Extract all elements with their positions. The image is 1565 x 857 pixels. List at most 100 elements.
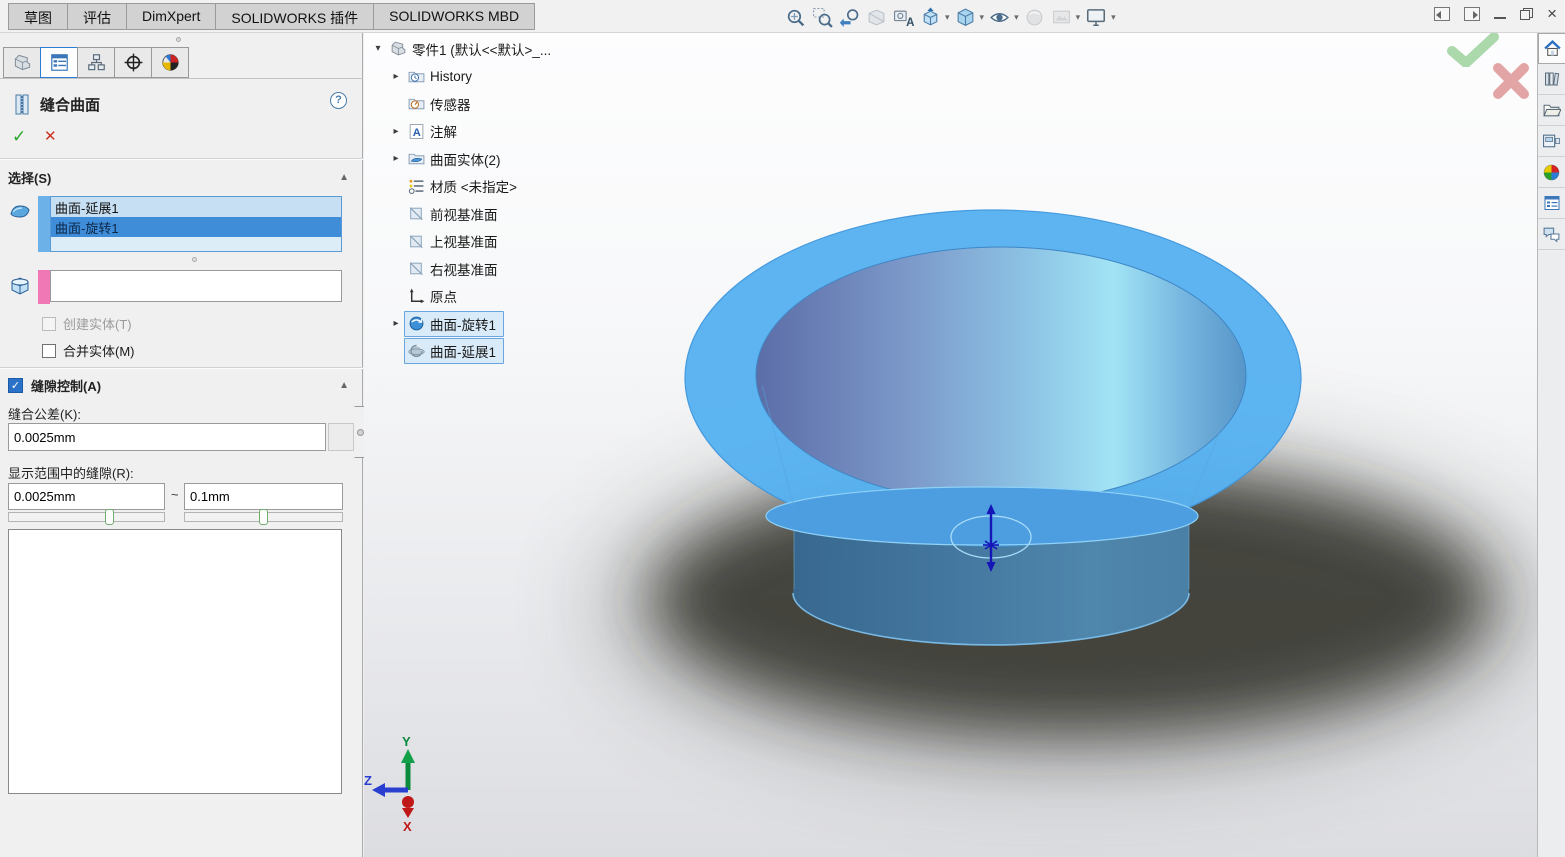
tree-item-history[interactable]: ▸ History — [370, 63, 600, 91]
close-icon[interactable]: × — [1547, 7, 1557, 21]
restore-icon[interactable] — [1520, 8, 1533, 20]
origin-icon — [408, 288, 425, 305]
forum-icon[interactable] — [1538, 219, 1565, 250]
tree-item-label: 原点 — [430, 286, 457, 306]
list-resize-grip[interactable] — [192, 257, 197, 262]
tree-item-surface-extend[interactable]: 曲面-延展1 — [370, 338, 600, 366]
tree-root[interactable]: ▾ 零件1 (默认<<默认>_... — [370, 35, 600, 63]
manager-tabs — [3, 47, 188, 78]
slider-handle[interactable] — [259, 509, 268, 525]
list-item[interactable]: 曲面-旋转1 — [51, 217, 341, 237]
edit-appearance-icon[interactable] — [1022, 5, 1047, 30]
surfaces-selection-list[interactable]: 曲面-延展1 曲面-旋转1 — [50, 196, 342, 252]
dynamic-annotation-views-icon[interactable]: A — [891, 5, 916, 30]
create-solid-checkbox[interactable] — [42, 317, 56, 331]
display-manager-icon[interactable] — [151, 47, 189, 78]
ribbon-tab-mbd[interactable]: SOLIDWORKS MBD — [373, 3, 535, 30]
tree-item-sensors[interactable]: 传感器 — [370, 90, 600, 118]
collapse-chevron-icon[interactable]: ▲ — [339, 380, 349, 391]
feature-tree: ▾ 零件1 (默认<<默认>_... ▸ History 传感器 ▸ A 注解 … — [370, 35, 600, 365]
configuration-manager-icon[interactable] — [77, 47, 115, 78]
graphics-viewport[interactable]: Y Z X ▾ 零件1 (默认<<默认>_... ▸ History — [364, 33, 1537, 857]
gap-control-section-header[interactable]: ✓ 缝隙控制(A) ▲ — [8, 376, 355, 395]
property-manager-icon[interactable] — [40, 47, 78, 78]
collapse-chevron-icon[interactable]: ▲ — [339, 172, 349, 183]
view-settings-dropdown-icon[interactable]: ▾ — [1111, 12, 1116, 23]
collapse-left-pane-icon[interactable] — [1434, 7, 1450, 21]
ribbon-tab-addins[interactable]: SOLIDWORKS 插件 — [215, 3, 374, 30]
create-solid-checkbox-row: 创建实体(T) — [42, 314, 132, 333]
collapsed-arrow-icon[interactable]: ▸ — [388, 318, 404, 329]
apply-scene-dropdown-icon[interactable]: ▾ — [1076, 12, 1081, 23]
svg-text:Z: Z — [364, 773, 372, 788]
list-item[interactable]: 曲面-延展1 — [51, 197, 341, 217]
gap-range-max-slider[interactable] — [184, 512, 343, 522]
panel-resize-grip[interactable] — [176, 37, 181, 42]
svg-text:Y: Y — [402, 734, 411, 749]
zoom-to-area-icon[interactable] — [810, 5, 835, 30]
display-style-icon[interactable] — [953, 5, 978, 30]
svg-text:A: A — [906, 16, 914, 27]
ribbon-tab-evaluate[interactable]: 评估 — [67, 3, 127, 30]
tolerance-spin-box[interactable] — [328, 423, 354, 451]
previous-view-icon[interactable] — [837, 5, 862, 30]
minimize-icon[interactable] — [1494, 17, 1506, 19]
gap-range-min-input[interactable] — [8, 483, 165, 510]
tree-item-label: 材质 <未指定> — [430, 176, 517, 196]
selection-header-label: 选择(S) — [8, 168, 51, 187]
collapse-right-pane-icon[interactable] — [1464, 7, 1480, 21]
selection-active-bar — [38, 196, 50, 252]
tree-item-material[interactable]: 材质 <未指定> — [370, 173, 600, 201]
tree-item-top-plane[interactable]: 上视基准面 — [370, 228, 600, 256]
appearances-icon[interactable] — [1538, 157, 1565, 188]
tree-item-surface-revolve[interactable]: ▸ 曲面-旋转1 — [370, 310, 600, 338]
tree-item-origin[interactable]: 原点 — [370, 283, 600, 311]
feature-manager-icon[interactable] — [3, 47, 41, 78]
ribbon-tab-dimxpert[interactable]: DimXpert — [126, 3, 216, 30]
merge-entities-checkbox[interactable] — [42, 344, 56, 358]
history-folder-icon — [408, 68, 425, 85]
file-explorer-icon[interactable] — [1538, 95, 1565, 126]
home-icon[interactable] — [1538, 33, 1565, 64]
gap-list-box[interactable] — [8, 529, 342, 794]
slider-handle[interactable] — [105, 509, 114, 525]
view-palette-icon[interactable] — [1538, 126, 1565, 157]
help-icon[interactable]: ? — [330, 92, 347, 109]
seed-face-input[interactable] — [50, 270, 342, 302]
collapsed-arrow-icon[interactable]: ▸ — [388, 71, 404, 82]
knitting-tolerance-input[interactable] — [8, 423, 326, 451]
confirm-cancel-icon[interactable] — [1490, 60, 1532, 105]
tree-item-right-plane[interactable]: 右视基准面 — [370, 255, 600, 283]
tree-item-annotations[interactable]: ▸ A 注解 — [370, 118, 600, 146]
ok-button[interactable]: ✓ — [12, 127, 26, 147]
gap-control-checkbox[interactable]: ✓ — [8, 378, 23, 393]
collapsed-arrow-icon[interactable]: ▸ — [388, 126, 404, 137]
tree-item-label: 注解 — [430, 121, 457, 141]
bowl-interior-surface[interactable] — [756, 247, 1246, 503]
design-library-icon[interactable] — [1538, 64, 1565, 95]
cancel-button[interactable]: ✕ — [44, 127, 57, 145]
view-settings-icon[interactable] — [1083, 4, 1109, 30]
dimxpert-manager-icon[interactable] — [114, 47, 152, 78]
display-style-dropdown-icon[interactable]: ▾ — [980, 12, 985, 23]
knit-surface-icon — [12, 93, 32, 116]
tree-item-front-plane[interactable]: 前视基准面 — [370, 200, 600, 228]
selection-section-header[interactable]: 选择(S) ▲ — [8, 168, 355, 187]
ribbon-tab-sketch[interactable]: 草图 — [8, 3, 68, 30]
apply-scene-icon[interactable] — [1049, 5, 1074, 30]
view-orientation-icon[interactable] — [918, 5, 943, 30]
gap-range-min-slider[interactable] — [8, 512, 165, 522]
tree-item-surface-bodies[interactable]: ▸ 曲面实体(2) — [370, 145, 600, 173]
plane-icon — [408, 260, 425, 277]
hide-show-items-icon[interactable] — [987, 5, 1012, 30]
ribbon-tabs: 草图 评估 DimXpert SOLIDWORKS 插件 SOLIDWORKS … — [8, 3, 534, 30]
expand-arrow-icon[interactable]: ▾ — [370, 43, 386, 54]
view-orientation-dropdown-icon[interactable]: ▾ — [945, 12, 950, 23]
collapsed-arrow-icon[interactable]: ▸ — [388, 153, 404, 164]
section-view-icon[interactable] — [864, 5, 889, 30]
custom-properties-icon[interactable] — [1538, 188, 1565, 219]
gap-range-max-input[interactable] — [184, 483, 343, 510]
hide-show-items-dropdown-icon[interactable]: ▾ — [1014, 12, 1019, 23]
surface-extend-icon — [408, 343, 425, 360]
zoom-to-fit-icon[interactable] — [783, 5, 808, 30]
